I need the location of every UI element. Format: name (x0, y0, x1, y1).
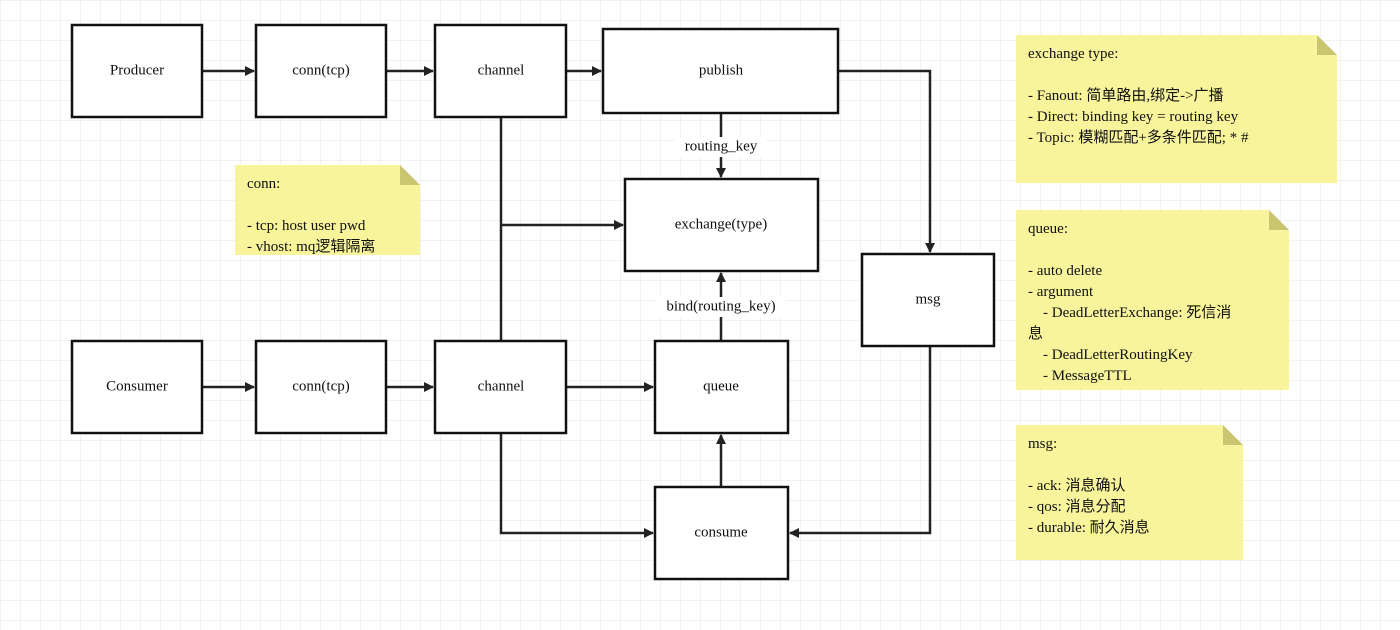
note-line: - Topic: 模糊匹配+多条件匹配; * # (1028, 129, 1249, 146)
note-line: - ack: 消息确认 (1028, 477, 1125, 494)
note-line: exchange type: (1028, 46, 1118, 62)
node-consumer[interactable]: Consumer (70, 339, 204, 435)
note-msg[interactable]: msg: - ack: 消息确认 - qos: 消息分配 - durable: 耐久消… (1016, 425, 1243, 560)
note-line: - MessageTTL (1028, 368, 1132, 384)
node-label: msg (915, 291, 941, 307)
note-body (1016, 210, 1289, 390)
node-channel-consumer[interactable]: channel (433, 339, 568, 435)
diagram-canvas: routing_key bind(routing_key) Producer c… (0, 0, 1400, 630)
node-label: conn(tcp) (292, 62, 349, 78)
note-line: - durable: 耐久消息 (1028, 519, 1150, 536)
note-conn[interactable]: conn: - tcp: host user pwd - vhost: mq逻辑隔离 (235, 165, 420, 255)
node-producer[interactable]: Producer (70, 23, 204, 119)
node-label: Producer (110, 62, 164, 78)
note-line: msg: (1028, 436, 1057, 452)
node-conn-producer[interactable]: conn(tcp) (254, 23, 388, 119)
node-label: consume (694, 524, 748, 540)
node-exchange[interactable]: exchange(type) (623, 177, 820, 273)
note-line: - tcp: host user pwd (247, 218, 366, 234)
node-queue[interactable]: queue (653, 339, 790, 435)
note-queue[interactable]: queue: - auto delete - argument - DeadLett… (1016, 210, 1289, 390)
note-line: - Direct: binding key = routing key (1028, 109, 1239, 125)
node-publish[interactable]: publish (601, 27, 840, 115)
node-label: Consumer (106, 378, 168, 394)
node-consume[interactable]: consume (653, 485, 790, 581)
note-line: - vhost: mq逻辑隔离 (247, 238, 375, 255)
node-label: queue (703, 378, 739, 394)
note-line: - DeadLetterRoutingKey (1028, 347, 1193, 363)
note-line: 息 (1028, 325, 1043, 342)
node-msg[interactable]: msg (860, 252, 996, 348)
node-label: exchange(type) (675, 216, 767, 232)
node-label: conn(tcp) (292, 378, 349, 394)
note-line: queue: (1028, 221, 1068, 237)
node-label: channel (478, 62, 525, 78)
node-conn-consumer[interactable]: conn(tcp) (254, 339, 388, 435)
note-line: - DeadLetterExchange: 死信消 (1028, 304, 1231, 321)
node-channel-producer[interactable]: channel (433, 23, 568, 119)
node-label: channel (478, 378, 525, 394)
edge-label-bind: bind(routing_key) (666, 298, 775, 314)
edge-label-routing-key: routing_key (685, 138, 758, 154)
note-line: - Fanout: 简单路由,绑定->广播 (1028, 87, 1224, 104)
note-line: conn: (247, 176, 280, 192)
node-label: publish (699, 62, 744, 78)
note-line: - argument (1028, 284, 1094, 300)
note-exchange-type[interactable]: exchange type: - Fanout: 简单路由,绑定->广播 - Dir… (1016, 35, 1337, 183)
note-line: - auto delete (1028, 263, 1102, 279)
note-line: - qos: 消息分配 (1028, 498, 1126, 515)
